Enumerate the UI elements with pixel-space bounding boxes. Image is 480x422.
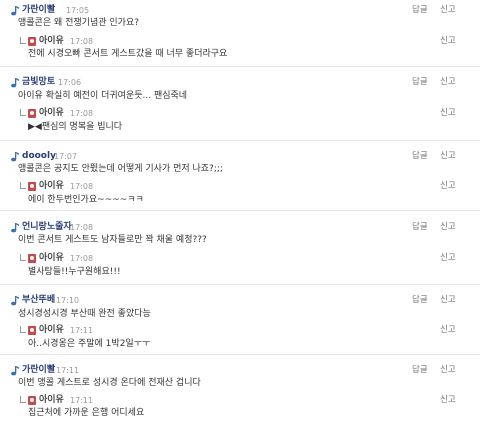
report-link[interactable]: 신고: [440, 150, 456, 163]
music-note-icon: [11, 78, 19, 88]
report-link[interactable]: 신고: [440, 76, 456, 89]
music-note-icon: [11, 296, 19, 306]
comment-author[interactable]: 언니랑노줄자: [22, 221, 72, 234]
comment-row: doooly 17:07 답글 신고: [0, 150, 480, 163]
reply-author[interactable]: 아이유: [39, 107, 64, 120]
reply-arrow-icon: [20, 254, 26, 261]
reply-time: 17:08: [70, 182, 94, 191]
reply-arrow-icon: [20, 37, 26, 44]
reply-time: 17:11: [70, 326, 94, 335]
reply-row: 아이유 17:08 신고: [0, 252, 480, 265]
reply-time: 17:08: [70, 37, 94, 46]
comment-author[interactable]: 가란이빨: [22, 364, 55, 377]
report-link[interactable]: 신고: [440, 35, 456, 48]
reply-link[interactable]: 답글: [412, 364, 428, 377]
reply-link[interactable]: 답글: [412, 76, 428, 89]
comment-author[interactable]: 가란이빨: [22, 4, 55, 17]
reply-link[interactable]: 답글: [412, 294, 428, 307]
divider: [0, 354, 480, 355]
user-badge-icon: [28, 326, 36, 335]
reply-row: 아이유 17:08 신고: [0, 107, 480, 120]
user-badge-icon: [28, 182, 36, 191]
divider: [0, 284, 480, 285]
reply-link[interactable]: 답글: [412, 221, 428, 234]
reply-author[interactable]: 아이유: [39, 180, 64, 193]
comment-author[interactable]: 금빛망토: [22, 76, 55, 89]
comment-text: 성시경성시경 부산때 완전 좋았다능: [18, 309, 151, 319]
music-note-icon: [11, 223, 19, 233]
reply-time: 17:11: [70, 396, 94, 405]
reply-link[interactable]: 답글: [412, 150, 428, 163]
comment-text: 이번 앵콜 게스트로 성시경 온다에 전재산 겁니다: [18, 378, 201, 388]
comment-time: 17:10: [56, 296, 80, 305]
reply-time: 17:08: [70, 109, 94, 118]
comment-time: 17:08: [70, 223, 94, 232]
reply-author[interactable]: 아이유: [39, 324, 64, 337]
reply-author[interactable]: 아이유: [39, 35, 64, 48]
user-badge-icon: [28, 254, 36, 263]
report-link[interactable]: 신고: [440, 364, 456, 377]
reply-text: 집근처에 가까운 은행 어디세요: [28, 408, 145, 418]
reply-row: 아이유 17:08 신고: [0, 35, 480, 48]
report-link[interactable]: 신고: [440, 324, 456, 337]
comment-author[interactable]: doooly: [22, 150, 56, 163]
user-badge-icon: [28, 109, 36, 118]
reply-arrow-icon: [20, 326, 26, 333]
reply-text: 전에 시경오빠 콘서트 게스트갔을 때 너무 좋더라구요: [28, 49, 228, 59]
comment-time: 17:06: [58, 78, 82, 87]
comment-time: 17:05: [66, 6, 90, 15]
reply-row: 아이유 17:08 신고: [0, 180, 480, 193]
comment-row: 부산뚜베 17:10 답글 신고: [0, 294, 480, 307]
reply-row: 아이유 17:11 신고: [0, 324, 480, 337]
music-note-icon: [11, 152, 19, 162]
music-note-icon: [11, 366, 19, 376]
user-badge-icon: [28, 396, 36, 405]
reply-author[interactable]: 아이유: [39, 252, 64, 265]
comment-row: 가란이빨 17:05 답글 신고: [0, 4, 480, 17]
comment-row: 금빛망토 17:06 답글 신고: [0, 76, 480, 89]
report-link[interactable]: 신고: [440, 394, 456, 407]
comment-author[interactable]: 부산뚜베: [22, 294, 55, 307]
comment-time: 17:11: [56, 366, 80, 375]
divider: [0, 140, 480, 141]
report-link[interactable]: 신고: [440, 107, 456, 120]
reply-text: ▶◀팬심의 명복을 빕니다: [28, 122, 123, 132]
reply-text: 아..시경옹은 주말에 1박2일ㅜㅜ: [28, 339, 151, 349]
report-link[interactable]: 신고: [440, 221, 456, 234]
comment-text: 이번 콘서트 게스트도 남자들로만 꽉 채울 예정???: [18, 235, 207, 245]
comment-row: 언니랑노줄자 17:08 답글 신고: [0, 221, 480, 234]
reply-text: 별사탕들!!누구원해요!!!: [28, 267, 121, 277]
reply-author[interactable]: 아이유: [39, 394, 64, 407]
reply-row: 아이유 17:11 신고: [0, 394, 480, 407]
report-link[interactable]: 신고: [440, 252, 456, 265]
report-link[interactable]: 신고: [440, 180, 456, 193]
reply-arrow-icon: [20, 182, 26, 189]
comment-time: 17:07: [54, 152, 78, 161]
comment-text: 앵콜콘은 공지도 안뜄는데 어떻게 기사가 먼저 나죠?;;;: [18, 164, 223, 174]
divider: [0, 210, 480, 211]
report-link[interactable]: 신고: [440, 294, 456, 307]
reply-arrow-icon: [20, 396, 26, 403]
reply-arrow-icon: [20, 109, 26, 116]
reply-time: 17:08: [70, 254, 94, 263]
divider: [0, 66, 480, 67]
comment-row: 가란이빨 17:11 답글 신고: [0, 364, 480, 377]
comment-text: 아이유 확실히 예전이 더귀여운듯... 팬심죽네: [18, 91, 188, 101]
music-note-icon: [11, 6, 19, 16]
report-link[interactable]: 신고: [440, 4, 456, 17]
reply-text: 에이 한두번인가요~~~~ㅋㅋ: [28, 195, 144, 205]
reply-link[interactable]: 답글: [412, 4, 428, 17]
user-badge-icon: [28, 37, 36, 46]
comment-text: 앵콜콘은 왜 전쟁기념관 인가요?: [18, 18, 140, 28]
